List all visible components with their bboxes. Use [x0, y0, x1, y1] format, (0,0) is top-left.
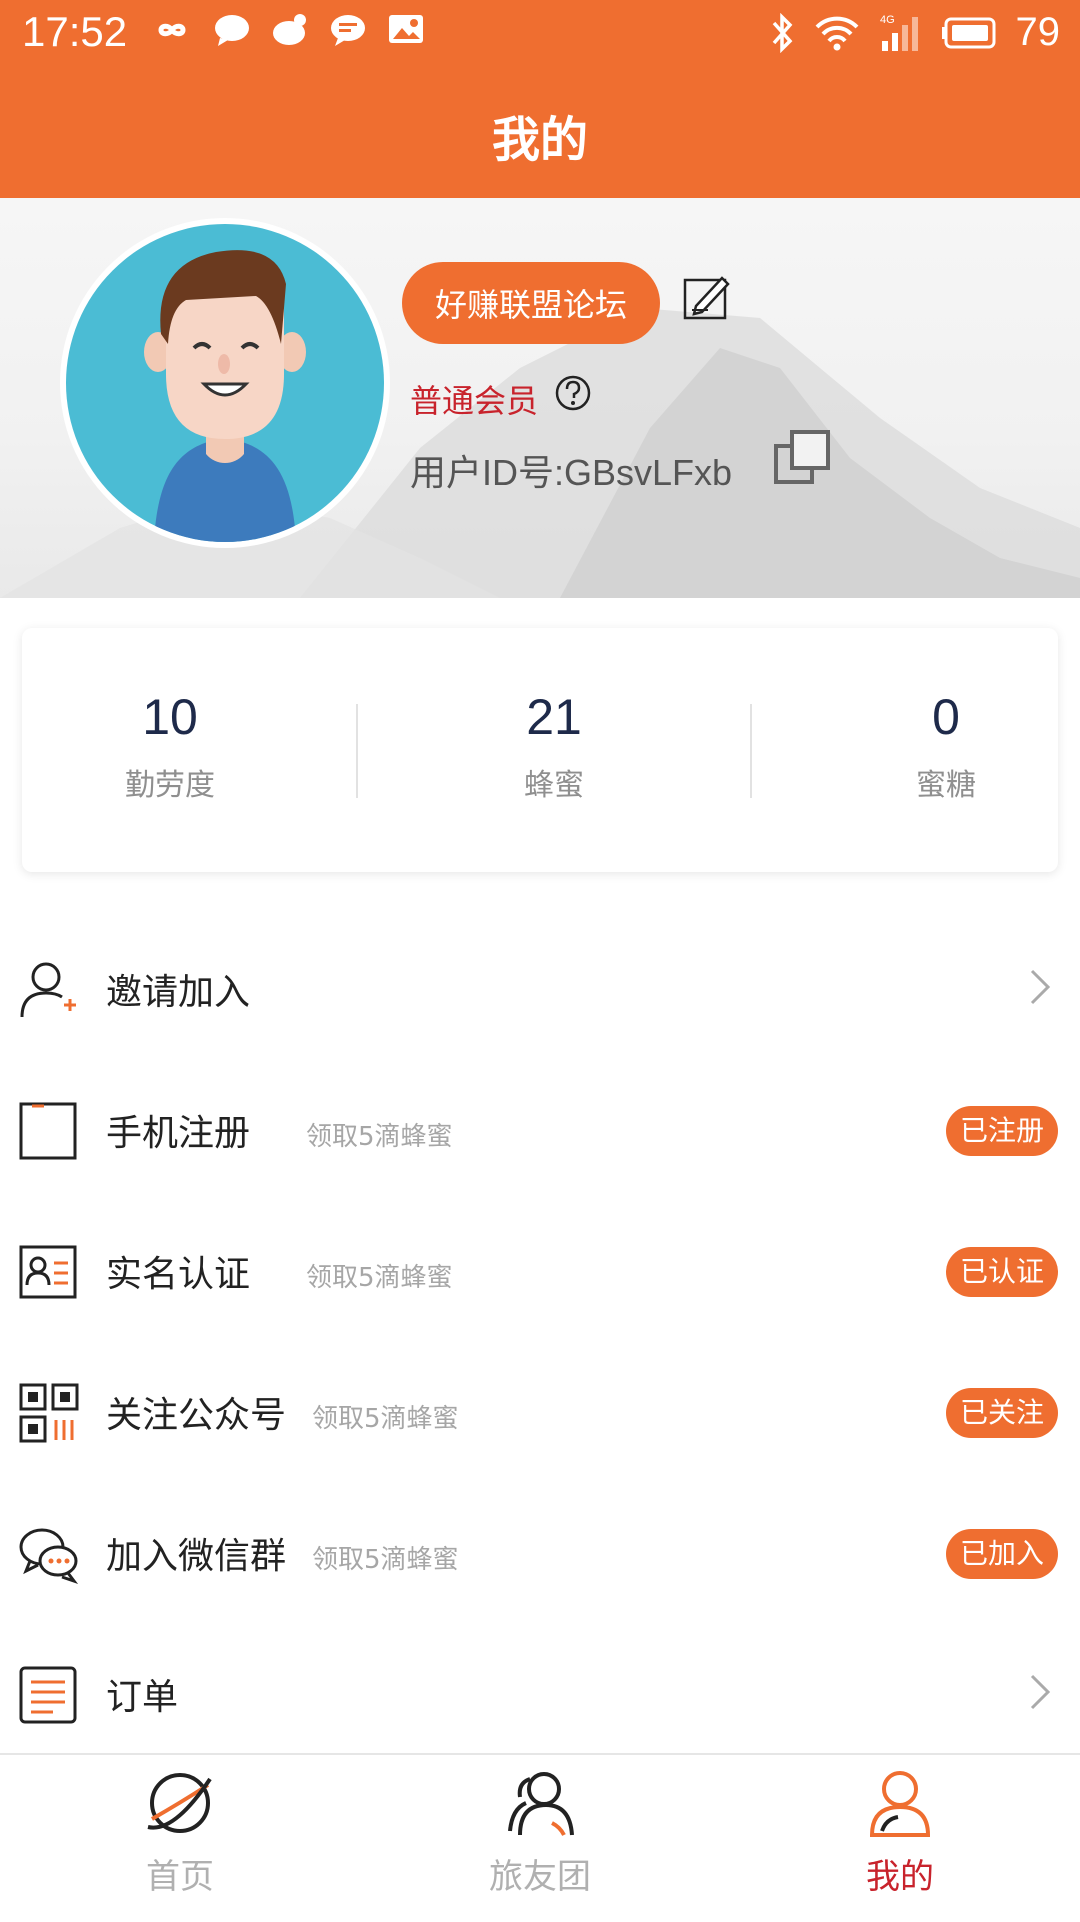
phone-icon [19, 1102, 77, 1160]
copy-icon[interactable] [772, 428, 832, 488]
menu-sub: 领取5滴蜂蜜 [312, 1404, 459, 1434]
image-icon [389, 15, 423, 43]
menu-item-follow-account[interactable]: 关注公众号 领取5滴蜂蜜 已关注 [0, 1340, 1080, 1481]
stat-value: 10 [142, 689, 198, 745]
member-level: 普通会员 [410, 382, 539, 420]
stat-label: 蜜糖 [916, 768, 976, 803]
stat-value: 21 [526, 689, 582, 745]
chevron-right-icon [1030, 1674, 1051, 1710]
stat-divider [750, 704, 752, 798]
weibo-icon [273, 14, 306, 45]
status-badge: 已注册 [945, 1106, 1058, 1156]
network-label: 4G [880, 14, 895, 26]
id-card-icon [19, 1245, 77, 1299]
stat-honey[interactable]: 21 蜂蜜 [434, 688, 674, 804]
stat-value: 0 [932, 689, 960, 745]
bluetooth-icon [772, 12, 792, 53]
order-list-icon [19, 1666, 77, 1724]
status-bar: 17:52 4G 79 [0, 0, 1080, 66]
stat-label: 勤劳度 [125, 768, 215, 803]
menu-label: 实名认证 [106, 1254, 251, 1295]
battery-level: 79 [1015, 10, 1061, 54]
tab-travel-group[interactable]: 旅友团 [420, 1767, 660, 1898]
tab-mine[interactable]: 我的 [780, 1767, 1020, 1898]
menu-sub: 领取5滴蜂蜜 [312, 1545, 459, 1575]
wechat-group-icon [19, 1528, 79, 1584]
top-bar: 17:52 4G 79 我的 [0, 0, 1080, 198]
menu-item-phone-register[interactable]: 手机注册 领取5滴蜂蜜 已注册 [0, 1058, 1080, 1199]
chat-bubble-icon [215, 15, 249, 46]
tab-label: 我的 [866, 1857, 934, 1897]
stat-candy[interactable]: 0 蜜糖 [826, 688, 1066, 804]
status-badge: 已加入 [945, 1529, 1058, 1579]
menu-label: 订单 [106, 1677, 179, 1718]
menu-item-wechat-group[interactable]: 加入微信群 领取5滴蜂蜜 已加入 [0, 1481, 1080, 1622]
planet-icon [147, 1773, 212, 1833]
status-right: 4G 79 [768, 10, 1061, 55]
help-icon[interactable] [554, 374, 592, 412]
tab-label: 首页 [146, 1857, 214, 1897]
chevron-right-icon [1030, 969, 1051, 1005]
status-badge: 已认证 [945, 1247, 1058, 1297]
user-id: 用户ID号:GBsvLFxb [410, 452, 733, 493]
infinity-icon [158, 23, 186, 37]
cellular-signal-icon: 4G [880, 14, 918, 51]
status-time: 17:52 [22, 8, 128, 55]
tab-home[interactable]: 首页 [60, 1767, 300, 1898]
page-title: 我的 [491, 112, 588, 168]
forum-button[interactable]: 好赚联盟论坛 [402, 262, 660, 344]
qr-code-icon [19, 1383, 79, 1443]
menu-item-invite[interactable]: 邀请加入 [0, 917, 1080, 1058]
avatar-illustration [144, 250, 306, 542]
menu-sub: 领取5滴蜂蜜 [306, 1263, 453, 1293]
menu-item-orders[interactable]: 订单 [0, 1622, 1080, 1763]
stat-diligence[interactable]: 10 勤劳度 [50, 688, 290, 804]
menu-label: 加入微信群 [106, 1536, 287, 1577]
message-icon [331, 15, 365, 46]
menu-item-real-name[interactable]: 实名认证 领取5滴蜂蜜 已认证 [0, 1199, 1080, 1340]
profile-header: 好赚联盟论坛 普通会员 用户ID号:GBsvLFxb [0, 198, 1080, 598]
battery-icon [941, 17, 995, 48]
notification-icons [150, 12, 426, 48]
menu-label: 手机注册 [106, 1113, 251, 1154]
status-badge: 已关注 [945, 1388, 1058, 1438]
menu-label: 关注公众号 [106, 1395, 287, 1436]
avatar[interactable] [66, 224, 384, 542]
wifi-icon [815, 16, 858, 50]
invite-user-icon [20, 962, 76, 1018]
bottom-tab-bar: 首页 旅友团 我的 [0, 1753, 1080, 1922]
stat-divider [356, 704, 358, 798]
person-icon [869, 1771, 931, 1837]
menu-sub: 领取5滴蜂蜜 [306, 1122, 453, 1152]
tab-label: 旅友团 [489, 1857, 591, 1897]
menu-label: 邀请加入 [106, 972, 251, 1013]
stat-label: 蜂蜜 [524, 768, 584, 803]
stats-card: 10 勤劳度 21 蜂蜜 0 蜜糖 [22, 628, 1058, 872]
group-icon [508, 1772, 574, 1836]
edit-icon[interactable] [682, 272, 732, 322]
